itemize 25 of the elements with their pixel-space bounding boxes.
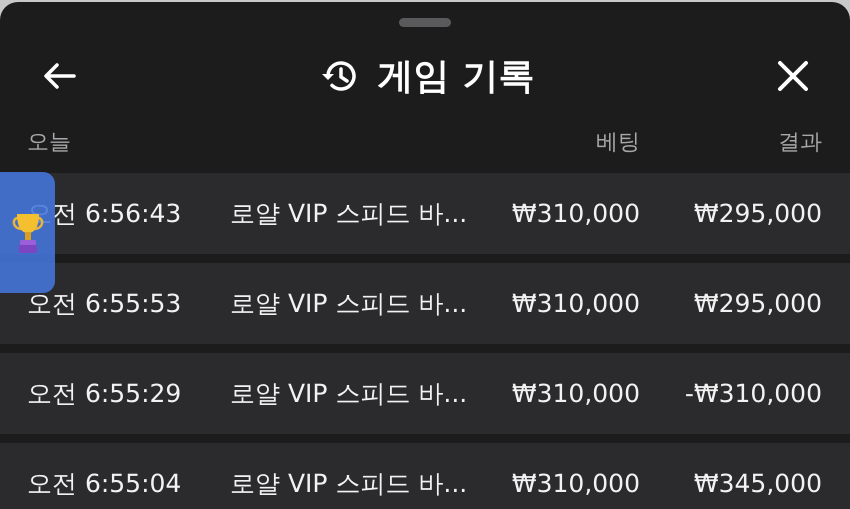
time-cell-text: 오전 6:55:53 [27, 288, 182, 320]
back-icon[interactable] [42, 61, 78, 91]
column-header: 오늘 [27, 129, 72, 157]
bet-cell-text: ₩310,000 [510, 469, 640, 498]
game-cell-text: 로얄 VIP 스피드 바... [230, 468, 468, 500]
window-title: 게임 기록 [378, 54, 534, 98]
result-cell-text: ₩345,000 [692, 469, 822, 498]
column-header: 베팅 [595, 129, 640, 157]
close-icon[interactable] [776, 59, 810, 93]
history-row[interactable]: 오전 6:55:29 로얄 VIP 스피드 바... ₩310,000 -₩310,000 [0, 353, 850, 434]
time-cell-text: 오전 6:55:29 [27, 378, 182, 410]
result-cell-text: ₩295,000 [692, 289, 822, 318]
bet-cell-text: ₩310,000 [510, 289, 640, 318]
game-cell-text: 로얄 VIP 스피드 바... [230, 198, 468, 230]
column-header: 결과 [777, 129, 822, 157]
bet-cell-text: ₩310,000 [510, 379, 640, 408]
time-cell-text: 오전 6:55:04 [27, 468, 182, 500]
drag-handle[interactable] [399, 18, 451, 27]
bet-cell-text: ₩310,000 [510, 199, 640, 228]
history-row[interactable]: 오전 6:55:53 로얄 VIP 스피드 바... ₩310,000 ₩295,000 [0, 263, 850, 344]
game-cell-text: 로얄 VIP 스피드 바... [230, 378, 468, 410]
result-cell-text: -₩310,000 [684, 379, 822, 408]
history-row[interactable]: 오전 6:55:04 로얄 VIP 스피드 바... ₩310,000 ₩345,000 [0, 443, 850, 509]
result-cell-text: ₩295,000 [692, 199, 822, 228]
game-cell-text: 로얄 VIP 스피드 바... [230, 288, 468, 320]
